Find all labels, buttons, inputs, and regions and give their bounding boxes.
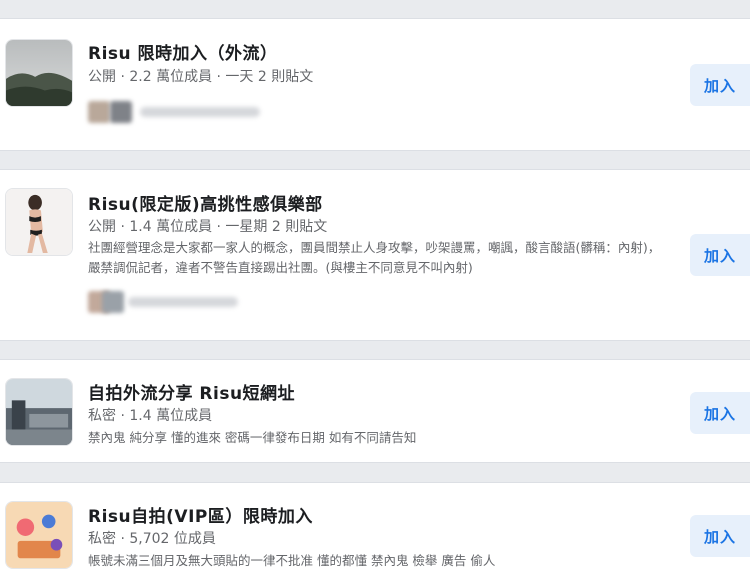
- group-card[interactable]: 自拍外流分享 Risu短網址 私密 · 1.4 萬位成員 禁內鬼 純分享 懂的進…: [0, 359, 750, 463]
- group-thumbnail[interactable]: [5, 188, 73, 256]
- group-description: 社團經營理念是大家都一家人的概念，團員間禁止人身攻擊，吵架謾罵，嘲諷，酸言酸語(…: [88, 240, 661, 275]
- join-button[interactable]: 加入: [690, 515, 750, 557]
- group-name[interactable]: Risu自拍(VIP區）限時加入: [88, 502, 313, 527]
- group-thumbnail[interactable]: [5, 39, 73, 107]
- join-button[interactable]: 加入: [690, 234, 750, 276]
- building-image: [6, 379, 72, 445]
- group-meta: 私密 · 1.4 萬位成員: [88, 408, 213, 424]
- group-card[interactable]: Risu自拍(VIP區）限時加入 私密 · 5,702 位成員 帳號未滿三個月及…: [0, 482, 750, 574]
- group-name[interactable]: Risu(限定版)高挑性感俱樂部: [88, 190, 323, 215]
- group-card[interactable]: Risu 限時加入（外流） 公開 · 2.2 萬位成員 · 一天 2 則貼文 加…: [0, 18, 750, 151]
- join-button[interactable]: 加入: [690, 64, 750, 106]
- group-thumbnail[interactable]: [5, 378, 73, 446]
- group-meta: 私密 · 5,702 位成員: [88, 531, 216, 547]
- friend-names-blurred: [140, 107, 260, 117]
- group-name[interactable]: Risu 限時加入（外流）: [88, 39, 278, 64]
- group-meta: 公開 · 1.4 萬位成員 · 一星期 2 則貼文: [88, 219, 328, 235]
- group-name[interactable]: 自拍外流分享 Risu短網址: [88, 379, 295, 404]
- group-meta: 公開 · 2.2 萬位成員 · 一天 2 則貼文: [88, 69, 314, 85]
- group-description: 帳號未滿三個月及無大頭貼的一律不批准 懂的都懂 禁內鬼 檢舉 廣告 偷人: [88, 553, 496, 568]
- friend-avatar: [110, 101, 132, 123]
- join-button[interactable]: 加入: [690, 392, 750, 434]
- group-thumbnail[interactable]: [5, 501, 73, 569]
- person-image: [6, 189, 72, 255]
- friends-in-group: [88, 291, 288, 313]
- friend-avatar: [88, 101, 110, 123]
- illustration-image: [6, 502, 72, 568]
- group-description: 禁內鬼 純分享 懂的進來 密碼一律發布日期 如有不同請告知: [88, 430, 417, 445]
- friends-in-group: [88, 101, 288, 123]
- group-card[interactable]: Risu(限定版)高挑性感俱樂部 公開 · 1.4 萬位成員 · 一星期 2 則…: [0, 169, 750, 341]
- friend-names-blurred: [128, 297, 238, 307]
- friend-avatar: [102, 291, 124, 313]
- landscape-image: [6, 40, 72, 106]
